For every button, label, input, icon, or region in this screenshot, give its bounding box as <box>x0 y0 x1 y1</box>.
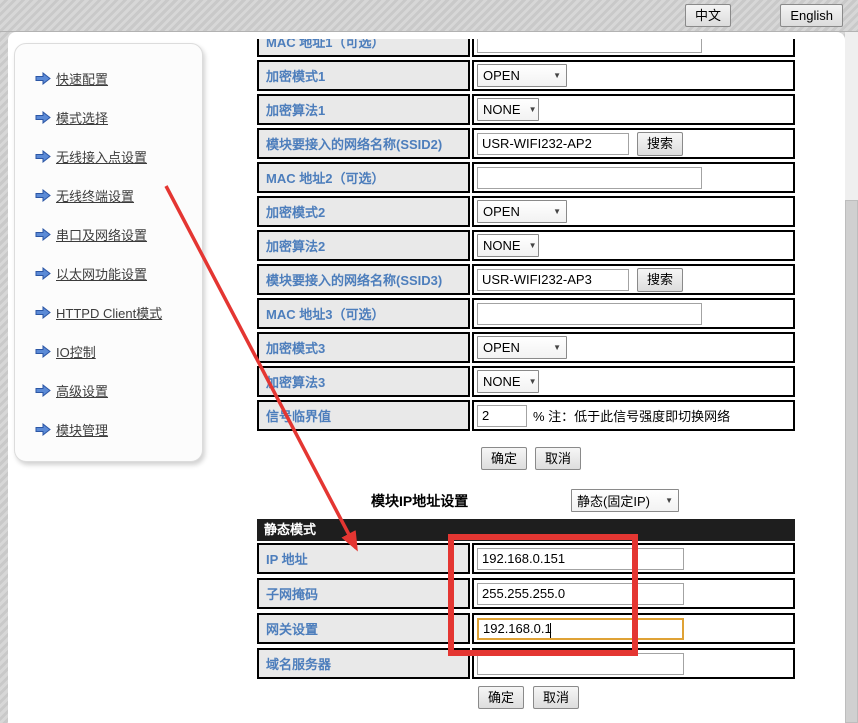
chevron-down-icon: ▼ <box>529 377 537 386</box>
mac3-input[interactable] <box>477 303 702 325</box>
encryption-algo3-select[interactable]: NONE ▼ <box>477 370 539 393</box>
table-row-mac2: MAC 地址2（可选） <box>257 162 795 193</box>
gateway-input[interactable] <box>477 618 684 640</box>
ssid3-input[interactable] <box>477 269 629 291</box>
scrollbar-track[interactable] <box>845 32 858 723</box>
table-row-dns-server: 域名服务器 <box>257 648 795 679</box>
row-label: 加密算法3 <box>266 372 325 391</box>
main-content: MAC 地址1（可选） 加密模式1 OPEN ▼ 加密算法1 NONE ▼ 模块… <box>0 39 845 723</box>
select-value: OPEN <box>483 204 520 219</box>
row-label: 加密算法1 <box>266 100 325 119</box>
table-row-encalgo3: 加密算法3 NONE ▼ <box>257 366 795 397</box>
chevron-down-icon: ▼ <box>529 105 537 114</box>
chevron-down-icon: ▼ <box>553 71 561 80</box>
chevron-down-icon: ▼ <box>553 207 561 216</box>
search-button[interactable]: 搜索 <box>637 132 683 156</box>
table-row-encmode1: 加密模式1 OPEN ▼ <box>257 60 795 91</box>
select-value: NONE <box>483 102 521 117</box>
signal-threshold-input[interactable] <box>477 405 527 427</box>
table-row-encalgo2: 加密算法2 NONE ▼ <box>257 230 795 261</box>
table-row-mac3: MAC 地址3（可选） <box>257 298 795 329</box>
chevron-down-icon: ▼ <box>553 343 561 352</box>
encryption-mode1-select[interactable]: OPEN ▼ <box>477 64 567 87</box>
ok-button[interactable]: 确定 <box>481 447 527 470</box>
table-row-ip-address: IP 地址 <box>257 543 795 574</box>
row-label: 加密模式1 <box>266 66 325 85</box>
subnet-mask-input[interactable] <box>477 583 684 605</box>
cancel-button[interactable]: 取消 <box>533 686 579 709</box>
text-cursor <box>550 623 551 638</box>
select-value: OPEN <box>483 340 520 355</box>
row-label: 加密模式2 <box>266 202 325 221</box>
encryption-mode2-select[interactable]: OPEN ▼ <box>477 200 567 223</box>
dns-server-input[interactable] <box>477 653 684 675</box>
row-label: 加密模式3 <box>266 338 325 357</box>
row-label: MAC 地址2（可选） <box>266 168 384 187</box>
row-label: MAC 地址1（可选） <box>266 39 384 51</box>
chevron-down-icon: ▼ <box>529 241 537 250</box>
row-label: 模块要接入的网络名称(SSID2) <box>266 134 442 153</box>
row-label: 信号临界值 <box>266 406 331 425</box>
row-label: 域名服务器 <box>266 654 331 673</box>
top-language-bar: 中文 English <box>0 0 858 32</box>
row-label: 网关设置 <box>266 619 318 638</box>
ip-address-input[interactable] <box>477 548 684 570</box>
select-value: OPEN <box>483 68 520 83</box>
table-row-ssid3: 模块要接入的网络名称(SSID3) 搜索 <box>257 264 795 295</box>
row-label: 模块要接入的网络名称(SSID3) <box>266 270 442 289</box>
table-row-mac1: MAC 地址1（可选） <box>257 39 795 57</box>
search-button[interactable]: 搜索 <box>637 268 683 292</box>
language-chinese-button[interactable]: 中文 <box>685 4 731 27</box>
ok-button[interactable]: 确定 <box>478 686 524 709</box>
select-value: 静态(固定IP) <box>577 491 650 510</box>
row-label: 子网掩码 <box>266 584 318 603</box>
row-label: MAC 地址3（可选） <box>266 304 384 323</box>
cancel-button[interactable]: 取消 <box>535 447 581 470</box>
ip-mode-select[interactable]: 静态(固定IP) ▼ <box>571 489 679 512</box>
table-row-subnet-mask: 子网掩码 <box>257 578 795 609</box>
chevron-down-icon: ▼ <box>665 496 673 505</box>
scrollbar-thumb[interactable] <box>845 200 858 723</box>
row-label: 加密算法2 <box>266 236 325 255</box>
table-row-encmode2: 加密模式2 OPEN ▼ <box>257 196 795 227</box>
encryption-mode3-select[interactable]: OPEN ▼ <box>477 336 567 359</box>
table-row-gateway: 网关设置 <box>257 613 795 644</box>
table-row-ssid2: 模块要接入的网络名称(SSID2) 搜索 <box>257 128 795 159</box>
mac1-input[interactable] <box>477 39 702 53</box>
ip-section-title: 模块IP地址设置 <box>371 491 468 511</box>
signal-threshold-note: % 注：低于此信号强度即切换网络 <box>533 406 730 425</box>
select-value: NONE <box>483 238 521 253</box>
static-mode-header: 静态模式 <box>257 519 795 541</box>
table-row-encmode3: 加密模式3 OPEN ▼ <box>257 332 795 363</box>
mac2-input[interactable] <box>477 167 702 189</box>
language-english-button[interactable]: English <box>780 4 843 27</box>
encryption-algo2-select[interactable]: NONE ▼ <box>477 234 539 257</box>
table-row-encalgo1: 加密算法1 NONE ▼ <box>257 94 795 125</box>
row-label: IP 地址 <box>266 549 308 568</box>
table-row-signal-threshold: 信号临界值 % 注：低于此信号强度即切换网络 <box>257 400 795 431</box>
ssid2-input[interactable] <box>477 133 629 155</box>
encryption-algo1-select[interactable]: NONE ▼ <box>477 98 539 121</box>
select-value: NONE <box>483 374 521 389</box>
